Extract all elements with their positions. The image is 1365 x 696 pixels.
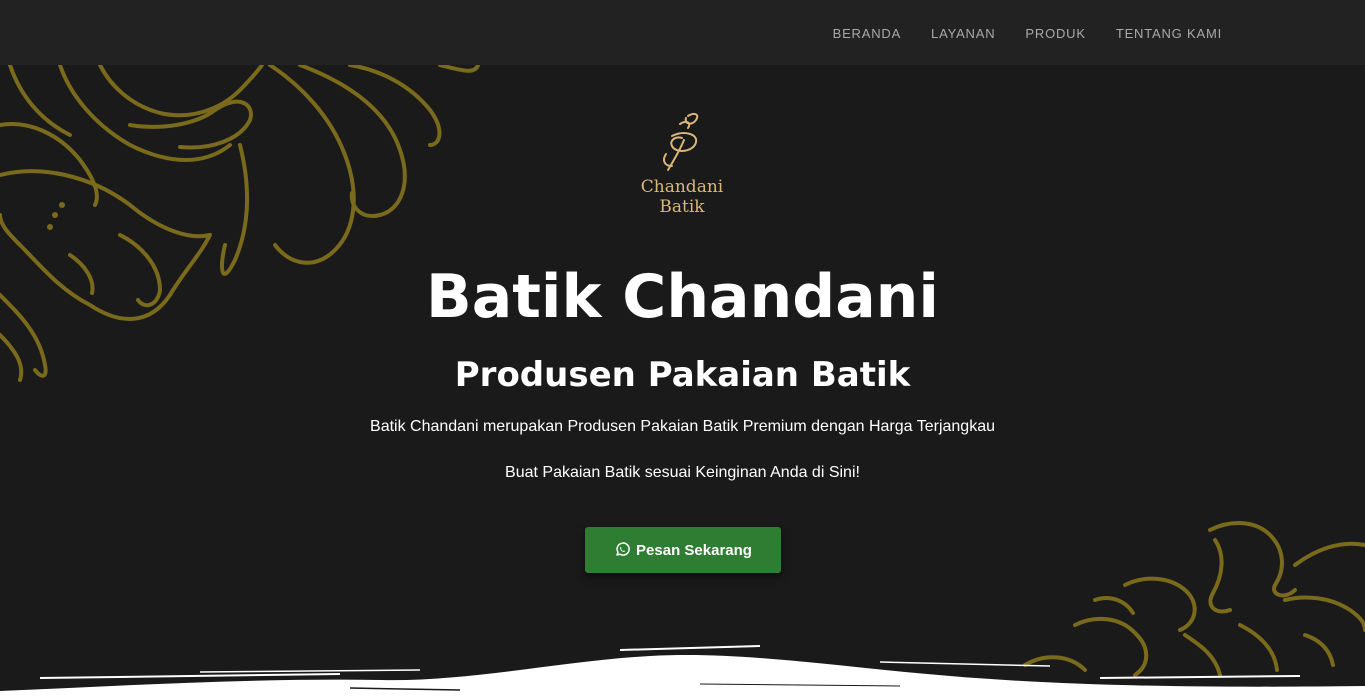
brush-wave-divider [0,645,1365,696]
nav-item-tentang-kami: TENTANG KAMI [1116,23,1222,42]
nav-link-produk[interactable]: PRODUK [1025,26,1085,41]
logo-text-line2: Batik [659,197,705,217]
order-now-label: Pesan Sekarang [636,541,752,559]
nav-item-layanan: LAYANAN [931,23,995,42]
page: BERANDA LAYANAN PRODUK TENTANG KAMI Chan… [0,0,1365,696]
hero-description: Batik Chandani merupakan Produsen Pakaia… [370,418,995,435]
hero-call-to-action-text: Buat Pakaian Batik sesuai Keinginan Anda… [505,464,860,481]
hero-subtitle: Produsen Pakaian Batik [454,355,911,395]
nav-link-beranda[interactable]: BERANDA [833,26,901,41]
logo-mark-icon [663,112,699,171]
nav-menu: BERANDA LAYANAN PRODUK TENTANG KAMI [833,0,1222,65]
order-now-button[interactable]: Pesan Sekarang [585,527,781,573]
hero-section: Chandani Batik Batik Chandani Produsen P… [0,65,1365,696]
brand-logo: Chandani Batik [632,110,732,230]
nav-link-tentang-kami[interactable]: TENTANG KAMI [1116,26,1222,41]
top-navbar: BERANDA LAYANAN PRODUK TENTANG KAMI [0,0,1365,65]
hero-title: Batik Chandani [426,262,939,332]
nav-link-layanan[interactable]: LAYANAN [931,26,995,41]
nav-item-produk: PRODUK [1025,23,1085,42]
whatsapp-icon [616,542,630,556]
nav-item-beranda: BERANDA [833,23,901,42]
logo-text-line1: Chandani [640,177,724,197]
